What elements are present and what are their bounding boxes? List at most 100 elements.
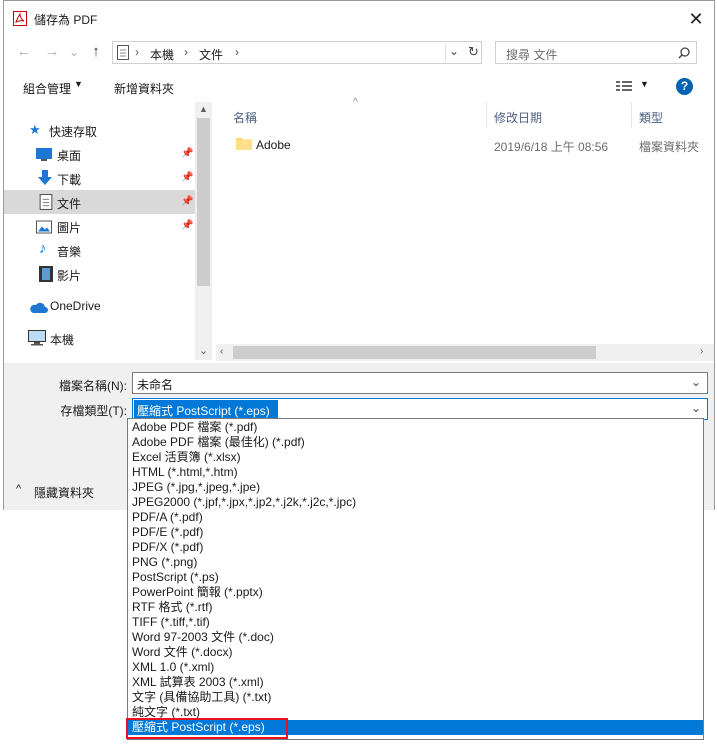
- dropdown-option[interactable]: PostScript (*.ps): [128, 570, 703, 585]
- column-separator[interactable]: [486, 102, 487, 128]
- dropdown-chevron-icon[interactable]: ⌄: [445, 44, 462, 62]
- sidebar-item-label: 影片: [57, 269, 82, 283]
- pin-icon[interactable]: 📌: [181, 172, 193, 183]
- dropdown-option[interactable]: Word 文件 (*.docx): [128, 645, 703, 660]
- refresh-icon[interactable]: ↻: [468, 44, 479, 60]
- desktop-icon: [36, 148, 52, 161]
- pin-icon[interactable]: 📌: [181, 220, 193, 231]
- dropdown-option[interactable]: PDF/A (*.pdf): [128, 510, 703, 525]
- pin-icon[interactable]: 📌: [181, 196, 193, 207]
- column-header-type[interactable]: 類型: [639, 109, 663, 135]
- navigation-pane: ★ 快速存取 桌面 📌 下載 📌 文件 📌 圖片 📌 ♪ 音樂 影片 OneDr…: [4, 102, 195, 360]
- documents-folder-icon: [117, 45, 129, 60]
- view-options-icon[interactable]: [616, 80, 632, 92]
- dropdown-option[interactable]: 文字 (具備協助工具) (*.txt): [128, 690, 703, 705]
- dropdown-option[interactable]: Adobe PDF 檔案 (最佳化) (*.pdf): [128, 435, 703, 450]
- filetype-selected-value: 壓縮式 PostScript (*.eps): [137, 404, 270, 418]
- dropdown-option[interactable]: RTF 格式 (*.rtf): [128, 600, 703, 615]
- forward-arrow-icon[interactable]: →: [42, 42, 62, 62]
- scroll-right-icon[interactable]: ›: [700, 346, 703, 357]
- breadcrumb-this-pc[interactable]: 本機: [150, 46, 174, 63]
- sidebar-item-label: OneDrive: [50, 299, 101, 313]
- recent-locations-icon[interactable]: ⌄: [64, 42, 84, 62]
- dropdown-option[interactable]: XML 試算表 2003 (*.xml): [128, 675, 703, 690]
- dropdown-triangle-icon: ▼: [74, 79, 83, 89]
- chevron-down-icon[interactable]: ⌄: [691, 375, 701, 389]
- file-row[interactable]: Adobe 2019/6/18 上午 08:56 檔案資料夾: [216, 133, 714, 155]
- filetype-select[interactable]: 壓縮式 PostScript (*.eps) ⌄: [132, 398, 708, 420]
- sidebar-item-desktop[interactable]: 桌面 📌: [4, 142, 195, 166]
- title-bar: 儲存為 PDF ✕: [4, 1, 714, 37]
- organize-button[interactable]: 組合管理: [23, 80, 71, 97]
- filename-field[interactable]: 未命名 ⌄: [132, 372, 708, 394]
- pdf-icon: [13, 11, 27, 26]
- sidebar-item-onedrive[interactable]: OneDrive: [4, 294, 195, 318]
- breadcrumb-documents[interactable]: 文件: [199, 46, 223, 63]
- up-arrow-icon[interactable]: ↑: [86, 42, 106, 62]
- sidebar-item-label: 下載: [57, 173, 82, 187]
- column-separator[interactable]: [631, 102, 632, 128]
- column-header-name[interactable]: 名稱: [233, 109, 257, 135]
- dropdown-option[interactable]: XML 1.0 (*.xml): [128, 660, 703, 675]
- help-icon[interactable]: ?: [676, 78, 693, 95]
- sidebar-item-quick-access[interactable]: ★ 快速存取: [4, 118, 195, 142]
- dropdown-option[interactable]: Adobe PDF 檔案 (*.pdf): [128, 420, 703, 435]
- view-dropdown-triangle-icon[interactable]: ▼: [640, 79, 649, 89]
- sidebar-item-label: 文件: [57, 197, 82, 211]
- address-bar[interactable]: › 本機 › 文件 › ⌄ ↻: [112, 41, 482, 64]
- chevron-right-icon: ›: [135, 45, 139, 59]
- sidebar-item-videos[interactable]: 影片: [4, 262, 195, 286]
- filename-input[interactable]: 未命名: [137, 376, 173, 393]
- highlight-box: [126, 718, 288, 739]
- dropdown-option[interactable]: Word 97-2003 文件 (*.doc): [128, 630, 703, 645]
- filetype-dropdown-list: Adobe PDF 檔案 (*.pdf) Adobe PDF 檔案 (最佳化) …: [127, 418, 704, 740]
- cloud-icon: [30, 302, 48, 313]
- sort-ascending-icon: ^: [353, 97, 358, 108]
- pin-icon[interactable]: 📌: [181, 148, 193, 159]
- sidebar-item-label: 音樂: [57, 245, 82, 259]
- back-arrow-icon[interactable]: ←: [14, 42, 34, 62]
- scroll-left-icon[interactable]: ‹: [220, 346, 223, 357]
- sidebar-scrollbar[interactable]: ▲ ⌄: [195, 102, 212, 360]
- computer-icon: [28, 330, 46, 346]
- scrollbar-thumb[interactable]: [233, 346, 596, 359]
- dropdown-option[interactable]: PDF/X (*.pdf): [128, 540, 703, 555]
- file-list-horizontal-scrollbar[interactable]: ‹ ›: [216, 344, 714, 361]
- file-modified: 2019/6/18 上午 08:56: [494, 140, 609, 154]
- chevron-right-icon: ›: [235, 45, 239, 59]
- chevron-down-icon[interactable]: ⌄: [691, 401, 701, 415]
- download-icon: [38, 170, 52, 185]
- window-title: 儲存為 PDF: [34, 13, 98, 27]
- new-folder-button[interactable]: 新增資料夾: [114, 80, 174, 97]
- scroll-down-icon[interactable]: ⌄: [199, 344, 208, 357]
- search-input[interactable]: 搜尋 文件: [506, 46, 557, 63]
- dropdown-option[interactable]: PNG (*.png): [128, 555, 703, 570]
- sidebar-item-pictures[interactable]: 圖片 📌: [4, 214, 195, 238]
- scroll-up-icon[interactable]: ▲: [199, 104, 208, 114]
- dropdown-option[interactable]: JPEG2000 (*.jpf,*.jpx,*.jp2,*.j2k,*.j2c,…: [128, 495, 703, 510]
- filetype-label: 存檔類型(T):: [60, 404, 127, 418]
- dropdown-option[interactable]: JPEG (*.jpg,*.jpeg,*.jpe): [128, 480, 703, 495]
- search-icon: [678, 47, 690, 59]
- dropdown-option[interactable]: PowerPoint 簡報 (*.pptx): [128, 585, 703, 600]
- filename-label: 檔案名稱(N):: [59, 379, 127, 393]
- scrollbar-thumb[interactable]: [197, 118, 210, 286]
- dropdown-option[interactable]: HTML (*.html,*.htm): [128, 465, 703, 480]
- dropdown-option[interactable]: TIFF (*.tiff,*.tif): [128, 615, 703, 630]
- command-bar: 組合管理 ▼ 新增資料夾 ▼ ?: [4, 69, 714, 102]
- hide-folders-button[interactable]: 隱藏資料夾: [34, 484, 94, 501]
- video-icon: [39, 266, 53, 282]
- close-button[interactable]: ✕: [684, 7, 708, 31]
- file-type: 檔案資料夾: [639, 140, 700, 154]
- sidebar-item-music[interactable]: ♪ 音樂: [4, 238, 195, 262]
- dropdown-option[interactable]: PDF/E (*.pdf): [128, 525, 703, 540]
- dropdown-option[interactable]: Excel 活頁簿 (*.xlsx): [128, 450, 703, 465]
- music-icon: ♪: [39, 240, 47, 257]
- search-box[interactable]: 搜尋 文件: [495, 41, 697, 64]
- sidebar-item-this-pc[interactable]: 本機: [4, 326, 195, 350]
- sidebar-item-downloads[interactable]: 下載 📌: [4, 166, 195, 190]
- sidebar-item-label: 快速存取: [49, 125, 98, 139]
- column-header-modified[interactable]: 修改日期: [494, 109, 542, 135]
- chevron-up-icon[interactable]: ^: [16, 483, 21, 495]
- sidebar-item-documents[interactable]: 文件 📌: [4, 190, 195, 214]
